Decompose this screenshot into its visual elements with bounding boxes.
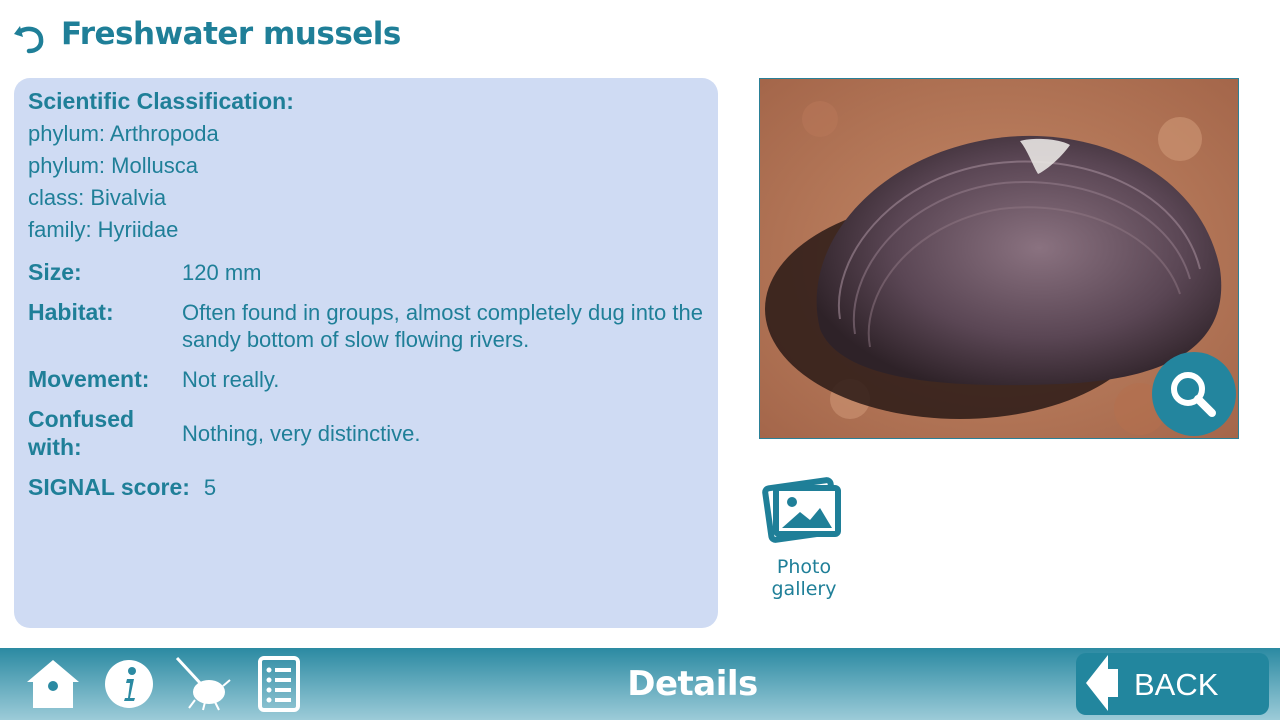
footer-bar: Details BACK <box>0 648 1280 720</box>
classification-line: class: Bivalvia <box>28 185 167 210</box>
classification-line: phylum: Arthropoda <box>28 121 219 146</box>
movement-label: Movement: <box>28 366 150 392</box>
confused-value: Nothing, very distinctive. <box>182 421 421 446</box>
signal-label: SIGNAL score: <box>28 474 190 500</box>
habitat-label: Habitat: <box>28 299 114 325</box>
classification-heading: Scientific Classification: <box>28 88 294 114</box>
checklist-icon[interactable] <box>252 656 308 712</box>
classification-line: phylum: Mollusca <box>28 153 198 178</box>
details-panel: Scientific Classification: phylum: Arthr… <box>14 78 718 628</box>
confused-row: Confused with: Nothing, very distinctive… <box>28 405 704 461</box>
back-button[interactable]: BACK <box>1076 653 1269 715</box>
photos-icon <box>762 477 841 543</box>
photo-gallery-label: Photo gallery <box>771 556 837 600</box>
signal-row: SIGNAL score: 5 <box>28 473 704 501</box>
size-label: Size: <box>28 259 82 285</box>
undo-arrow-icon[interactable] <box>12 20 46 54</box>
photo-gallery-button[interactable]: Photo gallery <box>744 472 864 600</box>
back-button-label: BACK <box>1134 667 1219 702</box>
header: Freshwater mussels <box>0 0 1280 72</box>
movement-row: Movement: Not really. <box>28 365 704 393</box>
size-value: 120 mm <box>182 260 262 285</box>
habitat-row: Habitat: Often found in groups, almost c… <box>28 298 704 353</box>
movement-value: Not really. <box>182 367 280 392</box>
signal-value: 5 <box>203 475 217 500</box>
classification-line: family: Hyriidae <box>28 217 179 242</box>
habitat-value: Often found in groups, almost completely… <box>182 300 703 352</box>
back-arrow-icon <box>1086 655 1118 711</box>
info-icon[interactable] <box>101 656 157 712</box>
size-row: Size: 120 mm <box>28 258 704 286</box>
magnifier-icon <box>1171 372 1216 417</box>
confused-label: Confused with: <box>28 406 135 460</box>
page-title: Freshwater mussels <box>61 16 401 52</box>
zoom-button[interactable] <box>1152 352 1236 436</box>
footer-title: Details <box>627 664 758 704</box>
home-icon[interactable] <box>25 656 81 712</box>
bug-search-icon[interactable] <box>175 656 231 712</box>
